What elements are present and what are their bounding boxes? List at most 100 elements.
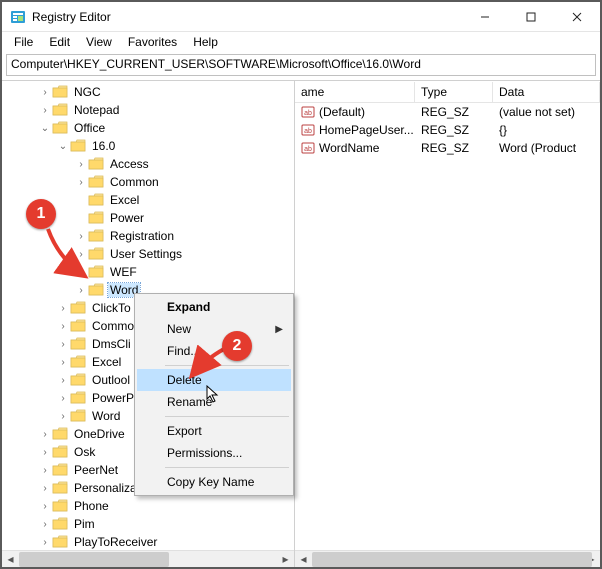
values-hscrollbar[interactable]: ◂ ▸ [295,550,600,567]
scroll-track[interactable] [19,551,277,568]
tree-expand-toggle[interactable]: › [38,497,52,515]
tree-expand-toggle[interactable]: ⌄ [38,119,52,137]
value-data: Word (Product [499,141,576,155]
scroll-right-button[interactable]: ▸ [277,551,294,568]
folder-icon [88,193,104,207]
tree-expand-toggle[interactable]: › [38,101,52,119]
tree-expand-toggle[interactable]: › [56,317,70,335]
tree-expand-toggle[interactable]: › [56,335,70,353]
column-type[interactable]: Type [415,82,493,102]
value-name: (Default) [319,105,365,119]
value-name: HomePageUser... [319,123,414,137]
folder-icon [70,301,86,315]
tree-expand-toggle[interactable]: › [38,425,52,443]
tree-item[interactable]: › Notepad [2,101,294,119]
context-menu-item[interactable]: New▶ [137,318,291,340]
tree-item-label: Personaliza [72,481,139,495]
column-name[interactable]: ame [295,82,415,102]
tree-item[interactable]: ›Common [2,173,294,191]
menu-help[interactable]: Help [185,33,226,51]
context-menu-item[interactable]: Permissions... [137,442,291,464]
tree-item-label: PeerNet [72,463,120,477]
close-button[interactable] [554,2,600,32]
scroll-thumb[interactable] [312,552,592,567]
menu-file[interactable]: File [6,33,41,51]
tree-item-label: 16.0 [90,139,117,153]
context-menu-item[interactable]: Copy Key Name [137,471,291,493]
tree-item-label: Word [90,409,122,423]
folder-icon [52,427,68,441]
tree-item[interactable]: › Access [2,155,294,173]
tree-expand-toggle[interactable]: › [56,371,70,389]
context-menu-item[interactable]: Export [137,420,291,442]
tree-expand-toggle[interactable]: › [56,353,70,371]
string-value-icon: ab [301,105,315,119]
annotation-badge-1: 1 [26,199,56,229]
scroll-thumb[interactable] [19,552,169,567]
tree-expand-toggle[interactable]: › [38,515,52,533]
tree-expand-toggle[interactable]: › [38,83,52,101]
app-icon [10,9,26,25]
maximize-button[interactable] [508,2,554,32]
tree-item-label: Access [108,157,151,171]
folder-icon [52,481,68,495]
tree-item-label: Pim [72,517,97,531]
value-row[interactable]: abHomePageUser...REG_SZ{} [295,121,600,139]
value-type: REG_SZ [421,141,469,155]
value-row[interactable]: ab WordName REG_SZ Word (Product [295,139,600,157]
svg-text:ab: ab [304,146,312,153]
main-area: ›NGC›Notepad⌄Office⌄16.0›Access›CommonEx… [2,80,600,567]
tree-item-label: PlayToReceiver [72,535,159,549]
menu-favorites[interactable]: Favorites [120,33,185,51]
tree-expand-toggle[interactable]: › [56,407,70,425]
tree-hscrollbar[interactable]: ◂ ▸ [2,550,294,567]
registry-editor-window: Registry Editor File Edit View Favorites… [2,2,600,567]
value-type: REG_SZ [421,123,469,137]
tree-expand-toggle[interactable]: › [38,443,52,461]
tree-expand-toggle[interactable]: › [56,389,70,407]
tree-item[interactable]: › PlayToReceiver [2,533,294,550]
folder-icon [52,535,68,549]
scroll-left-button[interactable]: ◂ [295,551,312,568]
minimize-button[interactable] [462,2,508,32]
value-name: WordName [319,141,379,155]
tree-item[interactable]: ›Phone [2,497,294,515]
tree-item-label: ClickTo [90,301,133,315]
menu-edit[interactable]: Edit [41,33,78,51]
folder-icon [70,139,86,153]
context-menu-separator [165,467,289,468]
scroll-left-button[interactable]: ◂ [2,551,19,568]
folder-icon [70,391,86,405]
tree-expand-toggle[interactable]: › [74,173,88,191]
tree-item-label: Office [72,121,107,135]
value-row[interactable]: ab(Default)REG_SZ(value not set) [295,103,600,121]
tree-item-label: PowerP [90,391,136,405]
tree-item[interactable]: › NGC [2,83,294,101]
tree-item[interactable]: › Pim [2,515,294,533]
tree-expand-toggle[interactable]: › [74,155,88,173]
tree-item-label: Notepad [72,103,121,117]
tree-expand-toggle[interactable]: ⌄ [56,137,70,155]
folder-icon [70,337,86,351]
values-body[interactable]: ab (Default) REG_SZ (value not set) ab HomePa… [295,103,600,550]
tree-item[interactable]: ⌄ Office [2,119,294,137]
folder-icon [70,355,86,369]
tree-expand-toggle[interactable]: › [38,479,52,497]
menu-view[interactable]: View [78,33,120,51]
context-menu-label: Copy Key Name [167,475,254,489]
values-panel: ame Type Data ab (Default) REG_SZ (value no… [295,81,600,567]
folder-icon [52,85,68,99]
annotation-badge-1-label: 1 [37,205,46,223]
folder-icon [70,409,86,423]
tree-item-label: Excel [90,355,123,369]
value-data: (value not set) [499,105,575,119]
tree-item[interactable]: ⌄ 16.0 [2,137,294,155]
context-menu-item[interactable]: Expand [137,296,291,318]
scroll-track[interactable] [312,551,583,568]
tree-expand-toggle[interactable]: › [38,533,52,550]
column-data[interactable]: Data [493,82,600,102]
tree-expand-toggle[interactable]: › [38,461,52,479]
tree-item-label: NGC [72,85,103,99]
tree-expand-toggle[interactable]: › [56,299,70,317]
address-bar[interactable]: Computer\HKEY_CURRENT_USER\SOFTWARE\Micr… [6,54,596,76]
